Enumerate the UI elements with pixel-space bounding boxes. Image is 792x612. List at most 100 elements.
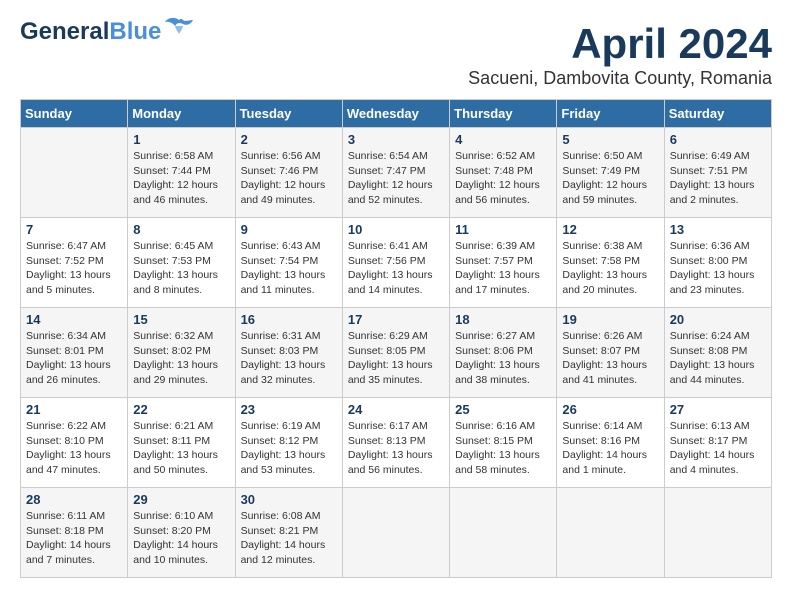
calendar-cell: 4Sunrise: 6:52 AMSunset: 7:48 PMDaylight…	[450, 128, 557, 218]
day-number: 1	[133, 132, 229, 147]
day-header-saturday: Saturday	[664, 100, 771, 128]
location-subtitle: Sacueni, Dambovita County, Romania	[468, 68, 772, 89]
day-number: 5	[562, 132, 658, 147]
day-number: 20	[670, 312, 766, 327]
day-number: 27	[670, 402, 766, 417]
logo-blue: Blue	[109, 18, 161, 45]
day-info: Sunrise: 6:49 AMSunset: 7:51 PMDaylight:…	[670, 149, 766, 208]
day-header-sunday: Sunday	[21, 100, 128, 128]
calendar-cell: 20 Sunrise: 6:24 AMSunset: 8:08 PMDayligh…	[664, 308, 771, 398]
calendar-cell: 9 Sunrise: 6:43 AMSunset: 7:54 PMDaylight…	[235, 218, 342, 308]
week-row-5: 28Sunrise: 6:11 AMSunset: 8:18 PMDayligh…	[21, 488, 772, 578]
calendar-cell: 15Sunrise: 6:32 AMSunset: 8:02 PMDayligh…	[128, 308, 235, 398]
day-info: Sunrise: 6:54 AMSunset: 7:47 PMDaylight:…	[348, 149, 444, 208]
calendar-cell: 25 Sunrise: 6:16 AMSunset: 8:15 PMDayligh…	[450, 398, 557, 488]
day-number: 18	[455, 312, 551, 327]
day-info: Sunrise: 6:58 AMSunset: 7:44 PMDaylight:…	[133, 149, 229, 208]
day-info: Sunrise: 6:17 AMSunset: 8:13 PMDaylight:…	[348, 419, 444, 478]
calendar-cell: 12Sunrise: 6:38 AMSunset: 7:58 PMDayligh…	[557, 218, 664, 308]
day-info: Sunrise: 6:13 AMSunset: 8:17 PMDaylight:…	[670, 419, 766, 478]
calendar-cell: 17Sunrise: 6:29 AMSunset: 8:05 PMDayligh…	[342, 308, 449, 398]
day-number: 29	[133, 492, 229, 507]
calendar-cell: 1 Sunrise: 6:58 AMSunset: 7:44 PMDaylight…	[128, 128, 235, 218]
day-number: 10	[348, 222, 444, 237]
page-header: GeneralBlue April 2024 Sacueni, Dambovit…	[20, 20, 772, 89]
calendar-cell: 6 Sunrise: 6:49 AMSunset: 7:51 PMDaylight…	[664, 128, 771, 218]
day-header-friday: Friday	[557, 100, 664, 128]
day-info: Sunrise: 6:10 AMSunset: 8:20 PMDaylight:…	[133, 509, 229, 568]
day-number: 23	[241, 402, 337, 417]
day-info: Sunrise: 6:16 AMSunset: 8:15 PMDaylight:…	[455, 419, 551, 478]
calendar-cell: 14 Sunrise: 6:34 AMSunset: 8:01 PMDayligh…	[21, 308, 128, 398]
day-info: Sunrise: 6:11 AMSunset: 8:18 PMDaylight:…	[26, 509, 122, 568]
day-number: 6	[670, 132, 766, 147]
day-number: 14	[26, 312, 122, 327]
day-number: 8	[133, 222, 229, 237]
day-info: Sunrise: 6:14 AMSunset: 8:16 PMDaylight:…	[562, 419, 658, 478]
calendar-cell: 7Sunrise: 6:47 AMSunset: 7:52 PMDaylight…	[21, 218, 128, 308]
day-number: 3	[348, 132, 444, 147]
logo-general: General	[20, 18, 109, 45]
calendar-cell: 24 Sunrise: 6:17 AMSunset: 8:13 PMDayligh…	[342, 398, 449, 488]
day-number: 11	[455, 222, 551, 237]
day-number: 2	[241, 132, 337, 147]
day-number: 7	[26, 222, 122, 237]
day-header-tuesday: Tuesday	[235, 100, 342, 128]
day-info: Sunrise: 6:21 AMSunset: 8:11 PMDaylight:…	[133, 419, 229, 478]
calendar-cell: 11 Sunrise: 6:39 AMSunset: 7:57 PMDayligh…	[450, 218, 557, 308]
day-info: Sunrise: 6:56 AMSunset: 7:46 PMDaylight:…	[241, 149, 337, 208]
calendar-cell: 21Sunrise: 6:22 AMSunset: 8:10 PMDayligh…	[21, 398, 128, 488]
week-row-1: 1 Sunrise: 6:58 AMSunset: 7:44 PMDaylight…	[21, 128, 772, 218]
day-info: Sunrise: 6:39 AMSunset: 7:57 PMDaylight:…	[455, 239, 551, 298]
calendar-cell: 18Sunrise: 6:27 AMSunset: 8:06 PMDayligh…	[450, 308, 557, 398]
day-info: Sunrise: 6:41 AMSunset: 7:56 PMDaylight:…	[348, 239, 444, 298]
week-row-3: 14 Sunrise: 6:34 AMSunset: 8:01 PMDayligh…	[21, 308, 772, 398]
day-header-thursday: Thursday	[450, 100, 557, 128]
week-row-2: 7Sunrise: 6:47 AMSunset: 7:52 PMDaylight…	[21, 218, 772, 308]
day-number: 4	[455, 132, 551, 147]
day-number: 26	[562, 402, 658, 417]
calendar-cell	[450, 488, 557, 578]
calendar-cell: 29 Sunrise: 6:10 AMSunset: 8:20 PMDayligh…	[128, 488, 235, 578]
day-number: 9	[241, 222, 337, 237]
calendar-cell	[342, 488, 449, 578]
calendar-cell: 23 Sunrise: 6:19 AMSunset: 8:12 PMDayligh…	[235, 398, 342, 488]
calendar-cell	[557, 488, 664, 578]
day-info: Sunrise: 6:32 AMSunset: 8:02 PMDaylight:…	[133, 329, 229, 388]
title-section: April 2024 Sacueni, Dambovita County, Ro…	[468, 20, 772, 89]
calendar-cell: 30 Sunrise: 6:08 AMSunset: 8:21 PMDayligh…	[235, 488, 342, 578]
calendar-cell: 16Sunrise: 6:31 AMSunset: 8:03 PMDayligh…	[235, 308, 342, 398]
calendar-cell: 28Sunrise: 6:11 AMSunset: 8:18 PMDayligh…	[21, 488, 128, 578]
calendar-cell	[664, 488, 771, 578]
day-number: 24	[348, 402, 444, 417]
day-number: 19	[562, 312, 658, 327]
calendar-cell: 26 Sunrise: 6:14 AMSunset: 8:16 PMDayligh…	[557, 398, 664, 488]
day-number: 17	[348, 312, 444, 327]
day-info: Sunrise: 6:50 AMSunset: 7:49 PMDaylight:…	[562, 149, 658, 208]
day-info: Sunrise: 6:08 AMSunset: 8:21 PMDaylight:…	[241, 509, 337, 568]
day-number: 13	[670, 222, 766, 237]
calendar-cell: 8 Sunrise: 6:45 AMSunset: 7:53 PMDaylight…	[128, 218, 235, 308]
day-info: Sunrise: 6:34 AMSunset: 8:01 PMDaylight:…	[26, 329, 122, 388]
day-info: Sunrise: 6:26 AMSunset: 8:07 PMDaylight:…	[562, 329, 658, 388]
day-info: Sunrise: 6:36 AMSunset: 8:00 PMDaylight:…	[670, 239, 766, 298]
calendar-cell	[21, 128, 128, 218]
day-number: 22	[133, 402, 229, 417]
day-info: Sunrise: 6:43 AMSunset: 7:54 PMDaylight:…	[241, 239, 337, 298]
calendar-cell: 22 Sunrise: 6:21 AMSunset: 8:11 PMDayligh…	[128, 398, 235, 488]
calendar-cell: 19 Sunrise: 6:26 AMSunset: 8:07 PMDayligh…	[557, 308, 664, 398]
month-title: April 2024	[468, 20, 772, 68]
day-info: Sunrise: 6:24 AMSunset: 8:08 PMDaylight:…	[670, 329, 766, 388]
day-info: Sunrise: 6:19 AMSunset: 8:12 PMDaylight:…	[241, 419, 337, 478]
day-number: 30	[241, 492, 337, 507]
day-info: Sunrise: 6:45 AMSunset: 7:53 PMDaylight:…	[133, 239, 229, 298]
calendar-table: SundayMondayTuesdayWednesdayThursdayFrid…	[20, 99, 772, 578]
calendar-cell: 13 Sunrise: 6:36 AMSunset: 8:00 PMDayligh…	[664, 218, 771, 308]
calendar-cell: 2 Sunrise: 6:56 AMSunset: 7:46 PMDaylight…	[235, 128, 342, 218]
logo-bird-icon	[165, 16, 193, 44]
calendar-cell: 5 Sunrise: 6:50 AMSunset: 7:49 PMDaylight…	[557, 128, 664, 218]
day-number: 21	[26, 402, 122, 417]
day-number: 25	[455, 402, 551, 417]
day-info: Sunrise: 6:38 AMSunset: 7:58 PMDaylight:…	[562, 239, 658, 298]
logo: GeneralBlue	[20, 20, 193, 44]
